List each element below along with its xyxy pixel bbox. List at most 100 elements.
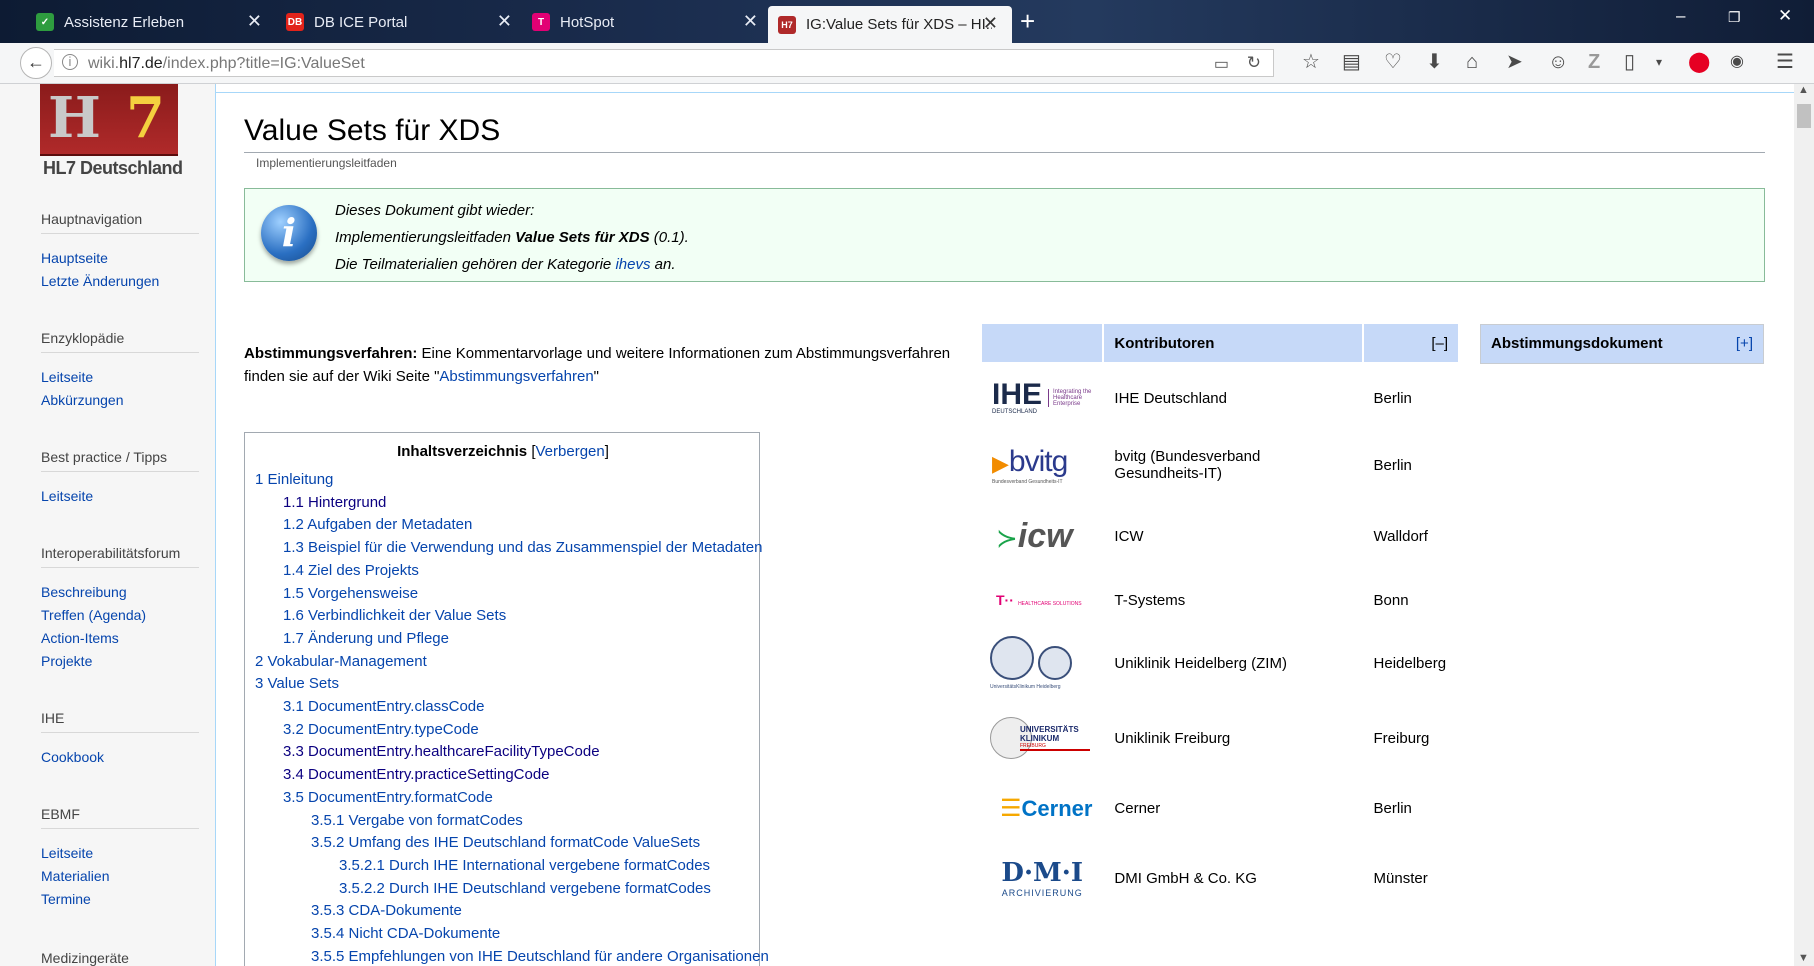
sidebar-link[interactable]: Termine [41, 891, 91, 907]
toc-item[interactable]: 1.5 Vorgehensweise [283, 585, 418, 602]
dropdown-icon[interactable]: ▾ [1656, 51, 1662, 73]
dmi-logo: D·M·I ARCHIVIERUNG [982, 858, 1102, 898]
toc-item[interactable]: 3.1 DocumentEntry.classCode [283, 698, 484, 715]
toc-item[interactable]: 3.4 DocumentEntry.practiceSettingCode [283, 766, 550, 783]
arrow-icon: ▶ [992, 451, 1009, 476]
toc-item[interactable]: 3 Value Sets [255, 675, 339, 692]
seal-icon [990, 636, 1034, 680]
toc-item[interactable]: 1.4 Ziel des Projekts [283, 562, 419, 579]
info-icon: i [261, 205, 317, 261]
pinterest-icon[interactable]: ⬤ [1688, 51, 1710, 73]
close-icon[interactable]: ✕ [983, 14, 998, 32]
home-icon[interactable]: ⌂ [1466, 51, 1478, 73]
scroll-down-icon[interactable]: ▼ [1798, 952, 1809, 964]
toc-item[interactable]: 3.5.3 CDA-Dokumente [311, 902, 462, 919]
contributors-table: Kontributoren [–] IHE DEUTSCHLAND Integrat… [979, 322, 1461, 916]
toc-item[interactable]: 3.5.2.2 Durch IHE Deutschland vergebene … [339, 880, 711, 897]
sidebar-link[interactable]: Leitseite [41, 845, 93, 861]
sidebar-link[interactable]: Leitseite [41, 488, 93, 504]
contributor-row: ☰Cerner Cerner Berlin [979, 774, 1461, 842]
logo-sub: FREIBURG [1020, 743, 1090, 751]
pocket-icon[interactable]: ♡ [1384, 51, 1402, 73]
sidebar-link[interactable]: Letzte Änderungen [41, 273, 159, 289]
sidebar-link[interactable]: Action-Items [41, 630, 119, 646]
sidebar-link[interactable]: Beschreibung [41, 584, 127, 600]
tab-ig-value-sets[interactable]: H7 IG:Value Sets für XDS – HI... ✕ [768, 6, 1012, 43]
toc-item[interactable]: 2 Vokabular-Management [255, 653, 427, 670]
contributor-logo: ☰Cerner [979, 774, 1105, 842]
scrollbar[interactable]: ▲ ▼ [1794, 84, 1814, 966]
swoosh-icon: ≻ [996, 522, 1018, 553]
toc-item[interactable]: 3.5.2 Umfang des IHE Deutschland formatC… [311, 834, 700, 851]
scroll-up-icon[interactable]: ▲ [1798, 84, 1809, 96]
collapse-toggle[interactable]: [–] [1361, 322, 1461, 364]
logo-main: Cerner [1021, 795, 1093, 821]
tab-label: HotSpot [560, 13, 615, 31]
toc-item[interactable]: 1.3 Beispiel für die Verwendung und das … [283, 539, 762, 556]
sidebar-link[interactable]: Materialien [41, 868, 109, 884]
toc-item[interactable]: 3.2 DocumentEntry.typeCode [283, 721, 479, 738]
scroll-thumb[interactable] [1797, 104, 1811, 128]
page-icon[interactable]: ▯ [1624, 51, 1635, 73]
sidebar-link[interactable]: Leitseite [41, 369, 93, 385]
toc-item[interactable]: 1.2 Aufgaben der Metadaten [283, 516, 472, 533]
toc-item[interactable]: 1.7 Änderung und Pflege [283, 630, 449, 647]
contributor-logo: T·· HEALTHCARE SOLUTIONS [979, 574, 1105, 626]
toc-item[interactable]: 1.1 Hintergrund [283, 494, 386, 511]
restore-icon[interactable]: ❐ [1728, 9, 1741, 26]
address-bar[interactable]: i wiki.hl7.de/index.php?title=IG:ValueSe… [54, 49, 1274, 77]
toc-item[interactable]: 3.5.5 Empfehlungen von IHE Deutschland f… [311, 948, 769, 965]
reader-view-icon[interactable]: ▭ [1214, 54, 1229, 74]
title-divider [244, 152, 1765, 153]
bookmark-star-icon[interactable]: ☆ [1302, 51, 1320, 73]
expand-toggle[interactable]: [+] [1736, 335, 1753, 352]
url-text[interactable]: wiki.hl7.de/index.php?title=IG:ValueSet [88, 55, 365, 73]
toc-item[interactable]: 1.6 Verbindlichkeit der Value Sets [283, 607, 506, 624]
toc-item[interactable]: 3.5.2.1 Durch IHE International vergeben… [339, 857, 710, 874]
toc-item[interactable]: 3.5.4 Nicht CDA-Dokumente [311, 925, 500, 942]
sidebar-link[interactable]: Projekte [41, 653, 92, 669]
bookmarks-list-icon[interactable]: ▤ [1342, 51, 1361, 73]
eye-icon[interactable]: ◉ [1730, 51, 1744, 73]
sidebar-link[interactable]: Cookbook [41, 749, 104, 765]
seal-icon [1038, 646, 1072, 680]
abstimmung-link[interactable]: Abstimmungsverfahren [439, 368, 593, 385]
checkmark-favicon-icon: ✓ [36, 13, 54, 31]
menu-icon[interactable]: ☰ [1776, 51, 1794, 73]
hl7-logo[interactable]: H 7 [40, 84, 178, 156]
send-icon[interactable]: ➤ [1506, 51, 1523, 73]
portal-heading: EBMF [41, 806, 199, 829]
tab-hotspot[interactable]: T HotSpot ✕ [522, 6, 772, 38]
contributor-name: Uniklinik Heidelberg (ZIM) [1102, 624, 1364, 702]
info-icon[interactable]: i [62, 54, 78, 70]
sidebar-link[interactable]: Treffen (Agenda) [41, 607, 146, 623]
category-link[interactable]: ihevs [615, 256, 650, 273]
header-spacer [979, 322, 1105, 364]
sidebar-link[interactable]: Abkürzungen [41, 392, 124, 408]
close-icon[interactable]: ✕ [247, 12, 262, 30]
sidebar-link[interactable]: Hauptseite [41, 250, 108, 266]
toc-item[interactable]: 3.3 DocumentEntry.healthcareFacilityType… [283, 743, 600, 760]
portal-heading: Best practice / Tipps [41, 449, 199, 472]
toc-item[interactable]: 1 Einleitung [255, 471, 333, 488]
close-icon[interactable]: ✕ [743, 12, 758, 30]
toc-item[interactable]: 3.5.1 Vergabe von formatCodes [311, 812, 523, 829]
logo-main: D·M·I [1001, 858, 1083, 888]
back-arrow-icon[interactable]: ← [20, 47, 52, 79]
reload-icon[interactable]: ↻ [1247, 53, 1261, 73]
toc-title: Inhaltsverzeichnis [Verbergen] [245, 443, 761, 460]
emoji-icon[interactable]: ☺ [1548, 51, 1568, 73]
close-icon[interactable]: ✕ [497, 12, 512, 30]
tab-db-ice[interactable]: DB DB ICE Portal ✕ [276, 6, 526, 38]
toc-hide-link[interactable]: Verbergen [536, 443, 605, 460]
minimize-icon[interactable]: – [1676, 6, 1685, 26]
tab-assistenz[interactable]: ✓ Assistenz Erleben ✕ [26, 6, 276, 38]
page-subtitle: Implementierungsleitfaden [256, 156, 397, 170]
new-tab-plus-icon[interactable]: + [1020, 6, 1035, 36]
contributor-city: Berlin [1361, 362, 1461, 434]
download-icon[interactable]: ⬇ [1426, 51, 1443, 73]
toc-item[interactable]: 3.5 DocumentEntry.formatCode [283, 789, 493, 806]
contributor-row: IHE DEUTSCHLAND Integrating the Healthcare… [979, 362, 1461, 434]
zotero-icon[interactable]: Z [1588, 51, 1600, 73]
close-window-icon[interactable]: ✕ [1778, 6, 1792, 26]
